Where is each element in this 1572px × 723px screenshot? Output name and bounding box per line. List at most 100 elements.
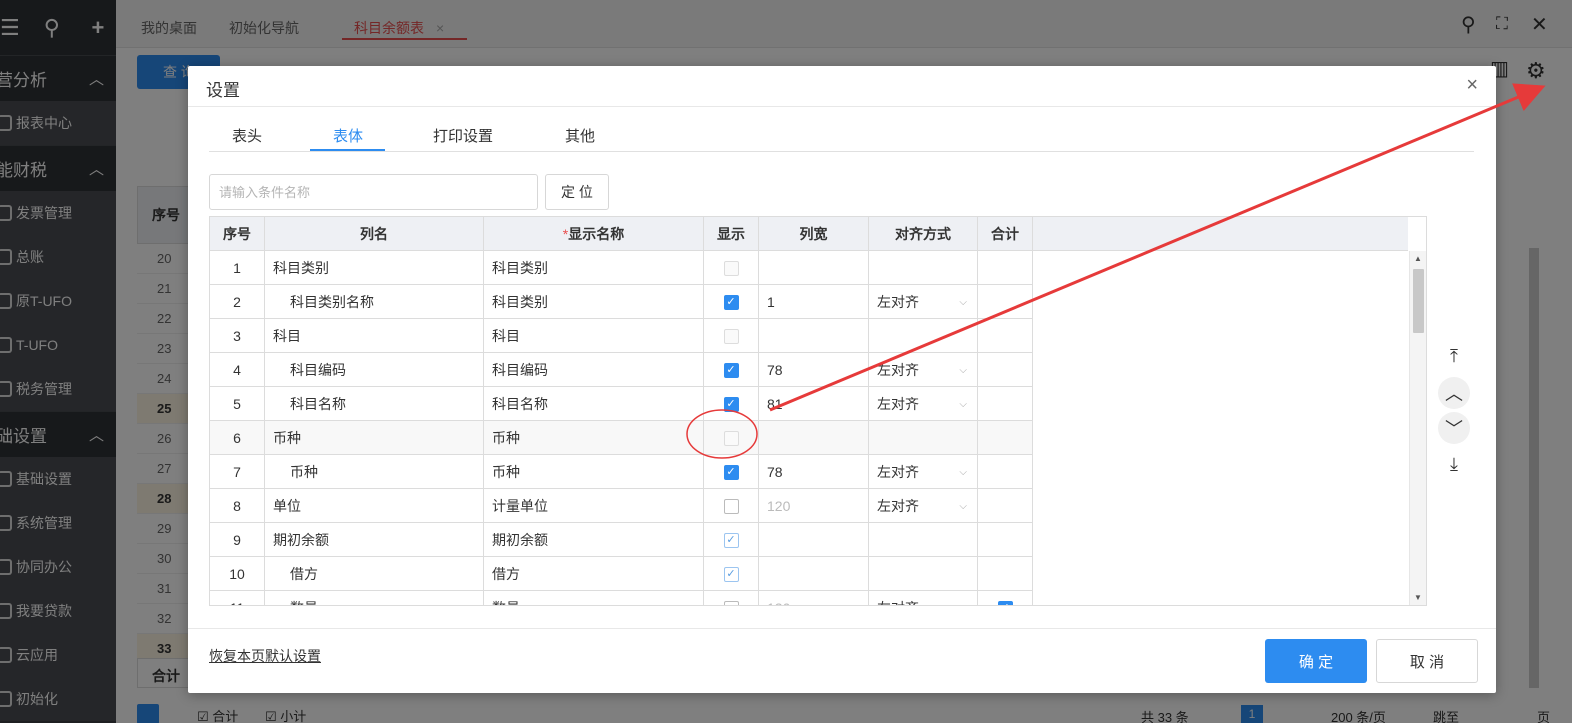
cell-show [704,591,759,605]
close-icon[interactable]: × [1466,74,1478,97]
header-width: 列宽 [759,217,869,251]
table-row[interactable]: 1 科目类别 科目类别 [210,251,1033,285]
cell-width[interactable] [759,421,869,455]
table-row[interactable]: 7 币种 币种 ✓ 78 左对齐 ⌵ [210,455,1033,489]
cell-seq: 3 [210,319,265,353]
cell-align [869,319,978,353]
cell-align[interactable]: 左对齐 ⌵ [869,455,978,489]
sum-checkbox[interactable]: ✓ [997,600,1013,605]
scroll-down-arrow-icon[interactable]: ▼ [1414,593,1422,602]
chevron-down-icon[interactable]: ⌵ [959,297,967,308]
cell-display-name[interactable]: 借方 [484,557,704,591]
cell-display-name[interactable]: 期初余额 [484,523,704,557]
show-checkbox[interactable]: ✓ [723,532,739,548]
locate-button[interactable]: 定 位 [545,174,609,210]
confirm-button[interactable]: 确 定 [1265,639,1367,683]
scroll-up-arrow-icon[interactable]: ▲ [1414,254,1422,263]
cell-display-name[interactable]: 计量单位 [484,489,704,523]
show-checkbox[interactable] [723,498,739,514]
restore-defaults-link[interactable]: 恢复本页默认设置 [209,646,321,666]
table-body: 1 科目类别 科目类别 2 科目类别名称 科目类别 ✓ 1 左对齐 ⌵ 3 科目 科目 4 科目编码 科目编码… [210,251,1408,606]
scrollbar-thumb[interactable] [1413,269,1424,333]
cell-display-name[interactable]: 科目编码 [484,353,704,387]
cell-column-name: 币种 [265,455,484,489]
table-row[interactable]: 3 科目 科目 [210,319,1033,353]
align-select-value: 左对齐 [877,362,919,378]
tab-print-settings[interactable]: 打印设置 [433,125,493,146]
cell-display-name[interactable]: 币种 [484,455,704,489]
cell-show: ✓ [704,353,759,387]
chevron-down-icon[interactable]: ⌵ [959,603,967,606]
show-checkbox[interactable]: ✓ [723,294,739,310]
header-show: 显示 [704,217,759,251]
move-to-top-icon[interactable]: ⤒ [1438,340,1470,372]
chevron-down-icon[interactable]: ⌵ [959,467,967,478]
table-scrollbar[interactable]: ▲ ▼ [1409,251,1426,605]
cell-width[interactable] [759,523,869,557]
table-row[interactable]: 2 科目类别名称 科目类别 ✓ 1 左对齐 ⌵ [210,285,1033,319]
move-up-icon[interactable]: ︿ [1438,377,1470,409]
show-checkbox[interactable]: ✓ [723,362,739,378]
table-row[interactable]: 9 期初余额 期初余额 ✓ [210,523,1033,557]
table-row[interactable]: 10 借方 借方 ✓ [210,557,1033,591]
table-row[interactable]: 11数量数量120左对齐⌵✓ [210,591,1033,606]
table-row[interactable]: 5 科目名称 科目名称 ✓ 81 左对齐 ⌵ [210,387,1033,421]
move-to-bottom-icon[interactable]: ⤓ [1438,448,1470,480]
cell-sum [978,523,1033,557]
tab-other[interactable]: 其他 [565,125,595,146]
dialog-header-divider [188,106,1496,107]
cell-width[interactable]: 120 [759,489,869,523]
show-checkbox[interactable]: ✓ [723,396,739,412]
cell-seq: 11 [210,591,265,605]
cancel-button[interactable]: 取 消 [1376,639,1478,683]
cell-column-name: 币种 [265,421,484,455]
cell-width[interactable]: 81 [759,387,869,421]
chevron-down-icon[interactable]: ⌵ [959,501,967,512]
tab-header[interactable]: 表头 [232,125,262,146]
cell-column-name: 科目 [265,319,484,353]
cell-display-name[interactable]: 科目类别 [484,251,704,285]
header-align: 对齐方式 [869,217,978,251]
cell-column-name: 科目类别名称 [265,285,484,319]
cell-sum [978,421,1033,455]
show-checkbox [723,430,739,446]
cell-align[interactable]: 左对齐 ⌵ [869,353,978,387]
cell-align[interactable]: 左对齐 ⌵ [869,285,978,319]
show-checkbox[interactable] [723,600,739,605]
table-row[interactable]: 4 科目编码 科目编码 ✓ 78 左对齐 ⌵ [210,353,1033,387]
cell-width[interactable] [759,557,869,591]
table-row[interactable]: 6 币种 币种 [210,421,1033,455]
cell-width[interactable]: 78 [759,353,869,387]
chevron-down-icon[interactable]: ⌵ [959,365,967,376]
condition-search-input[interactable] [209,174,538,210]
tab-body[interactable]: 表体 [333,125,363,146]
cell-show: ✓ [704,387,759,421]
cell-align[interactable]: 左对齐 ⌵ [869,591,978,606]
cell-width[interactable] [759,319,869,353]
cell-show: ✓ [704,557,759,591]
cell-display-name[interactable]: 科目 [484,319,704,353]
cell-width[interactable]: 120 [759,591,869,605]
cell-seq: 4 [210,353,265,387]
cell-sum [978,319,1033,353]
cell-show: ✓ [704,285,759,319]
move-down-icon[interactable]: ﹀ [1438,412,1470,444]
cell-width[interactable]: 78 [759,455,869,489]
table-row[interactable]: 8 单位 计量单位 120 左对齐 ⌵ [210,489,1033,523]
cell-align[interactable]: 左对齐 ⌵ [869,387,978,421]
header-column-name: 列名 [265,217,484,251]
cell-seq: 5 [210,387,265,421]
cell-display-name[interactable]: 科目名称 [484,387,704,421]
cell-width[interactable]: 1 [759,285,869,319]
show-checkbox[interactable]: ✓ [723,464,739,480]
cell-sum [978,285,1033,319]
cell-align[interactable]: 左对齐 ⌵ [869,489,978,523]
cell-display-name[interactable]: 数量 [484,591,704,605]
cell-width[interactable] [759,251,869,285]
show-checkbox[interactable]: ✓ [723,566,739,582]
chevron-down-icon[interactable]: ⌵ [959,399,967,410]
cell-seq: 7 [210,455,265,489]
cell-display-name[interactable]: 币种 [484,421,704,455]
cell-column-name: 数量 [265,591,484,605]
cell-display-name[interactable]: 科目类别 [484,285,704,319]
